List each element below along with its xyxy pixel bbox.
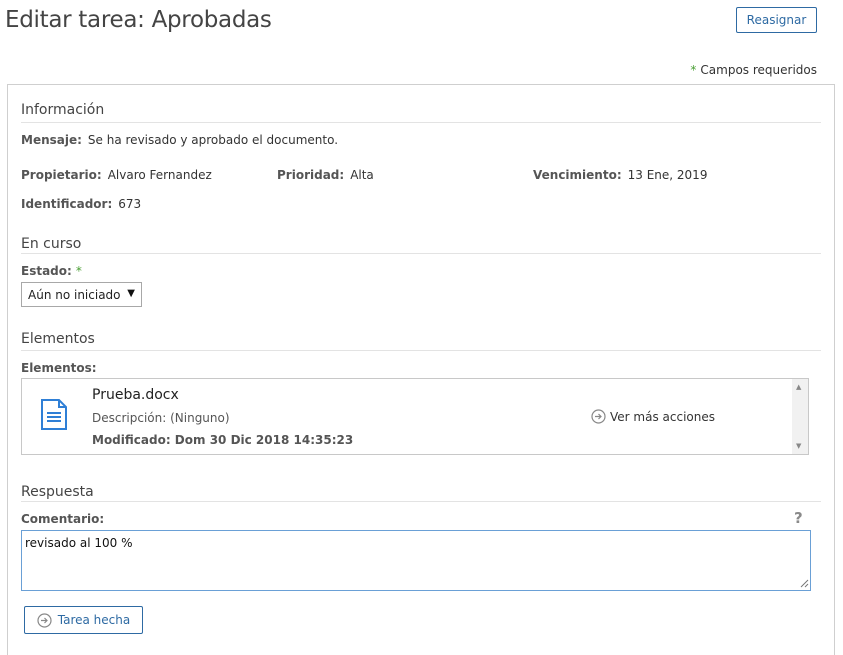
elements-list-label: Elementos: bbox=[21, 361, 97, 375]
section-title-progress: En curso bbox=[21, 236, 82, 252]
message-label: Mensaje: bbox=[21, 133, 82, 147]
task-done-label: Tarea hecha bbox=[57, 613, 131, 627]
scroll-down-icon[interactable]: ▼ bbox=[796, 442, 801, 450]
due-date-field: Vencimiento: 13 Ene, 2019 bbox=[533, 168, 707, 182]
required-fields-note: * Campos requeridos bbox=[690, 63, 817, 77]
more-actions-label: Ver más acciones bbox=[610, 409, 715, 424]
comment-field-label: Comentario: bbox=[21, 512, 110, 526]
identifier-label: Identificador: bbox=[21, 197, 113, 211]
section-divider bbox=[21, 350, 821, 351]
arrow-circle-right-icon bbox=[591, 409, 606, 424]
section-title-elements: Elementos bbox=[21, 331, 95, 347]
identifier-value: 673 bbox=[118, 197, 142, 211]
task-done-button[interactable]: Tarea hecha bbox=[24, 606, 143, 634]
state-field-label: Estado: * bbox=[21, 264, 86, 278]
help-icon[interactable]: ? bbox=[794, 509, 803, 527]
message-field: Mensaje: Se ha revisado y aprobado el doc… bbox=[21, 133, 338, 147]
comment-label: Comentario: bbox=[21, 512, 105, 526]
elements-list: Prueba.docx Descripción: (Ninguno) Modif… bbox=[21, 378, 809, 455]
required-star: * bbox=[75, 264, 82, 278]
task-form-panel: Información Mensaje: Se ha revisado y apr… bbox=[7, 84, 835, 655]
dropdown-arrow-icon: ▼ bbox=[127, 288, 135, 299]
state-select-value: Aún no iniciado bbox=[28, 287, 121, 302]
arrow-circle-right-icon bbox=[37, 612, 52, 628]
owner-label: Propietario: bbox=[21, 168, 102, 182]
required-star: * bbox=[690, 63, 697, 77]
section-divider bbox=[21, 253, 821, 254]
section-title-response: Respuesta bbox=[21, 484, 94, 500]
section-divider bbox=[21, 501, 821, 502]
item-description: Descripción: (Ninguno) bbox=[92, 411, 230, 425]
document-icon[interactable] bbox=[40, 399, 68, 430]
scroll-up-icon[interactable]: ▲ bbox=[796, 383, 801, 391]
owner-field: Propietario: Alvaro Fernandez bbox=[21, 168, 212, 182]
due-date-label: Vencimiento: bbox=[533, 168, 622, 182]
priority-field: Prioridad: Alta bbox=[277, 168, 374, 182]
priority-label: Prioridad: bbox=[277, 168, 345, 182]
priority-value: Alta bbox=[350, 168, 374, 182]
item-name[interactable]: Prueba.docx bbox=[92, 387, 179, 403]
more-actions-link[interactable]: Ver más acciones bbox=[591, 409, 715, 424]
owner-value: Alvaro Fernandez bbox=[107, 168, 212, 182]
section-divider bbox=[21, 122, 821, 123]
message-value: Se ha revisado y aprobado el documento. bbox=[87, 133, 339, 147]
state-label: Estado: bbox=[21, 264, 72, 278]
reassign-button[interactable]: Reasignar bbox=[736, 7, 817, 33]
item-modified: Modificado: Dom 30 Dic 2018 14:35:23 bbox=[92, 433, 354, 447]
elements-field-label: Elementos: bbox=[21, 361, 103, 375]
section-title-info: Información bbox=[21, 102, 105, 118]
list-scrollbar[interactable]: ▲ ▼ bbox=[792, 379, 808, 454]
comment-textarea[interactable]: revisado al 100 % bbox=[21, 530, 811, 591]
required-note-text: Campos requeridos bbox=[700, 63, 817, 77]
page-title: Editar tarea: Aprobadas bbox=[5, 7, 272, 33]
identifier-field: Identificador: 673 bbox=[21, 197, 141, 211]
state-select[interactable]: Aún no iniciado ▼ bbox=[21, 282, 142, 307]
resize-grip-icon[interactable] bbox=[799, 578, 809, 588]
due-date-value: 13 Ene, 2019 bbox=[627, 168, 708, 182]
